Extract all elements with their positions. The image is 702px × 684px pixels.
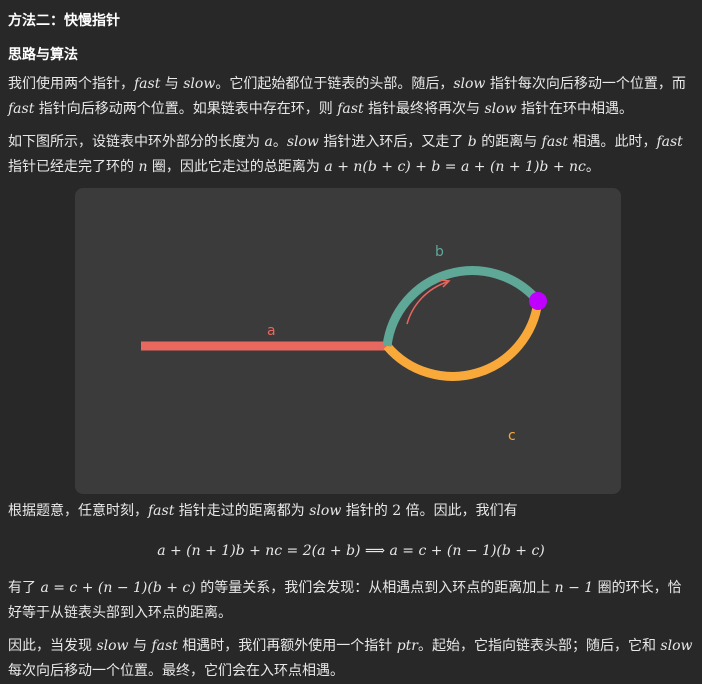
label-c: c [508, 428, 516, 444]
cycle-diagram: a b c [75, 188, 621, 494]
cycle-diagram-svg: a b c [141, 244, 547, 444]
paragraph-relation: 根据题意，任意时刻，fast 指针走过的距离都为 slow 指针的 2 倍。因此… [8, 503, 518, 519]
paragraph-setup: 如下图所示，设链表中环外部分的长度为 a。slow 指针进入环后，又走了 b 的… [8, 134, 683, 175]
subsection-heading: 思路与算法 [8, 47, 78, 63]
arc-b [382, 266, 542, 347]
meet-point [529, 292, 547, 310]
arc-c [383, 300, 543, 381]
total-distance-formula: a + n(b + c) + b = a + (n + 1)b + nc [324, 159, 586, 175]
label-a: a [267, 323, 276, 339]
section-heading: 方法二：快慢指针 [8, 13, 120, 29]
label-b: b [435, 244, 444, 260]
paragraph-conclusion: 因此，当发现 slow 与 fast 相遇时，我们再额外使用一个指针 ptr。起… [8, 638, 693, 679]
paragraph-insight: 有了 a = c + (n − 1)(b + c) 的等量关系，我们会发现：从相… [8, 580, 682, 621]
display-equation: a + (n + 1)b + nc = 2(a + b) ⟹ a = c + (… [157, 543, 545, 559]
paragraph-intro: 我们使用两个指针，fast 与 slow。它们起始都位于链表的头部。随后，slo… [8, 76, 686, 117]
